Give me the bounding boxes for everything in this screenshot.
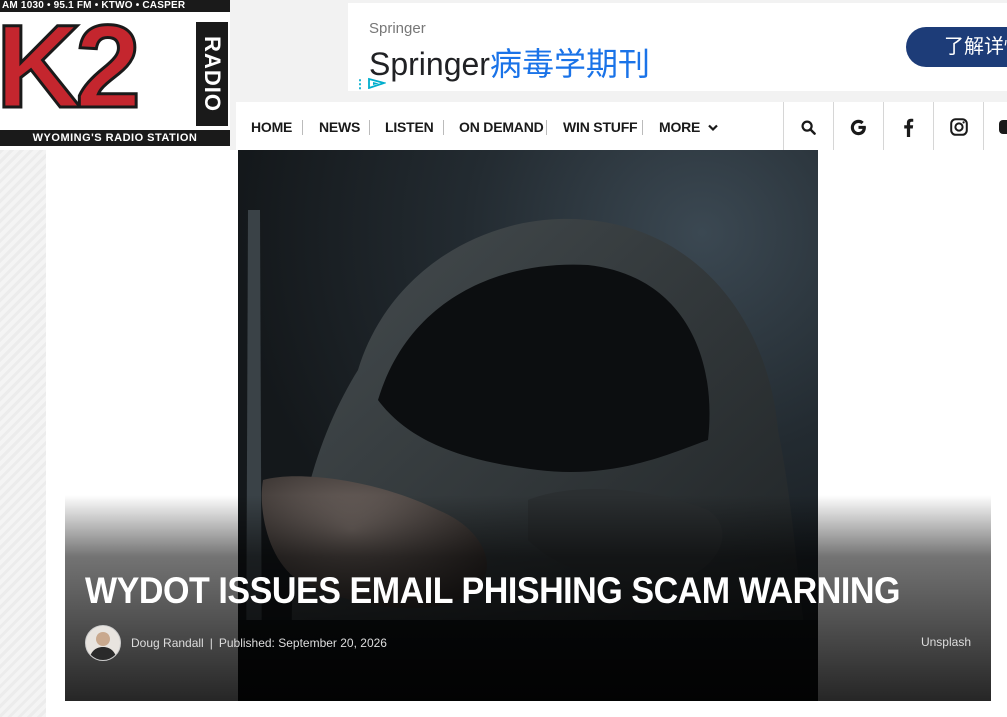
station-logo[interactable]: AM 1030 • 95.1 FM • KTWO • CASPER K2 RAD… [0, 0, 230, 150]
ad-title[interactable]: Springer病毒学期刊 [369, 39, 650, 85]
facebook-button[interactable] [883, 102, 933, 152]
logo-radio-tag: RADIO [196, 22, 228, 126]
youtube-button[interactable] [983, 102, 1007, 152]
nav-item-win-stuff[interactable]: WIN STUFF [563, 102, 638, 152]
article-byline: Doug Randall | Published: September 20, … [85, 625, 387, 661]
instagram-button[interactable] [933, 102, 983, 152]
byline-separator: | [209, 636, 213, 650]
search-icon [801, 119, 816, 135]
featured-article-hero[interactable]: WYDOT ISSUES EMAIL PHISHING SCAM WARNING… [65, 150, 991, 701]
main-navigation: HOME NEWS LISTEN ON DEMAND WIN STUFF MOR… [236, 102, 1007, 152]
page-background-texture [0, 150, 46, 717]
author-avatar[interactable] [85, 625, 121, 661]
google-icon [850, 119, 866, 135]
photo-credit: Unsplash [920, 635, 971, 649]
nav-divider [302, 120, 303, 135]
instagram-icon [949, 118, 968, 136]
article-headline[interactable]: WYDOT ISSUES EMAIL PHISHING SCAM WARNING [85, 570, 900, 612]
nav-item-home[interactable]: HOME [251, 102, 292, 152]
youtube-icon [998, 120, 1007, 134]
nav-divider [369, 120, 370, 135]
author-name[interactable]: Doug Randall [131, 636, 204, 650]
publish-date: Published: September 20, 2026 [218, 636, 387, 650]
chevron-down-icon [708, 125, 718, 132]
nav-divider [642, 120, 643, 135]
logo-k2-mark: K2 [0, 1, 142, 133]
nav-item-more[interactable]: MORE [659, 102, 718, 152]
facebook-icon [904, 118, 914, 137]
nav-divider [546, 120, 547, 135]
logo-tagline: WYOMING'S RADIO STATION [0, 130, 230, 146]
search-button[interactable] [783, 102, 833, 152]
nav-divider [443, 120, 444, 135]
ad-choices-icon[interactable]: ⋮ [348, 77, 388, 91]
ad-cta-button[interactable]: 了解详情 [906, 27, 1007, 67]
nav-item-listen[interactable]: LISTEN [385, 102, 434, 152]
nav-item-news[interactable]: NEWS [319, 102, 360, 152]
google-button[interactable] [833, 102, 883, 152]
banner-ad[interactable]: Springer Springer病毒学期刊 了解详情 ⋮ [348, 3, 1007, 91]
ad-advertiser: Springer [369, 20, 426, 37]
nav-item-on-demand[interactable]: ON DEMAND [459, 102, 544, 152]
